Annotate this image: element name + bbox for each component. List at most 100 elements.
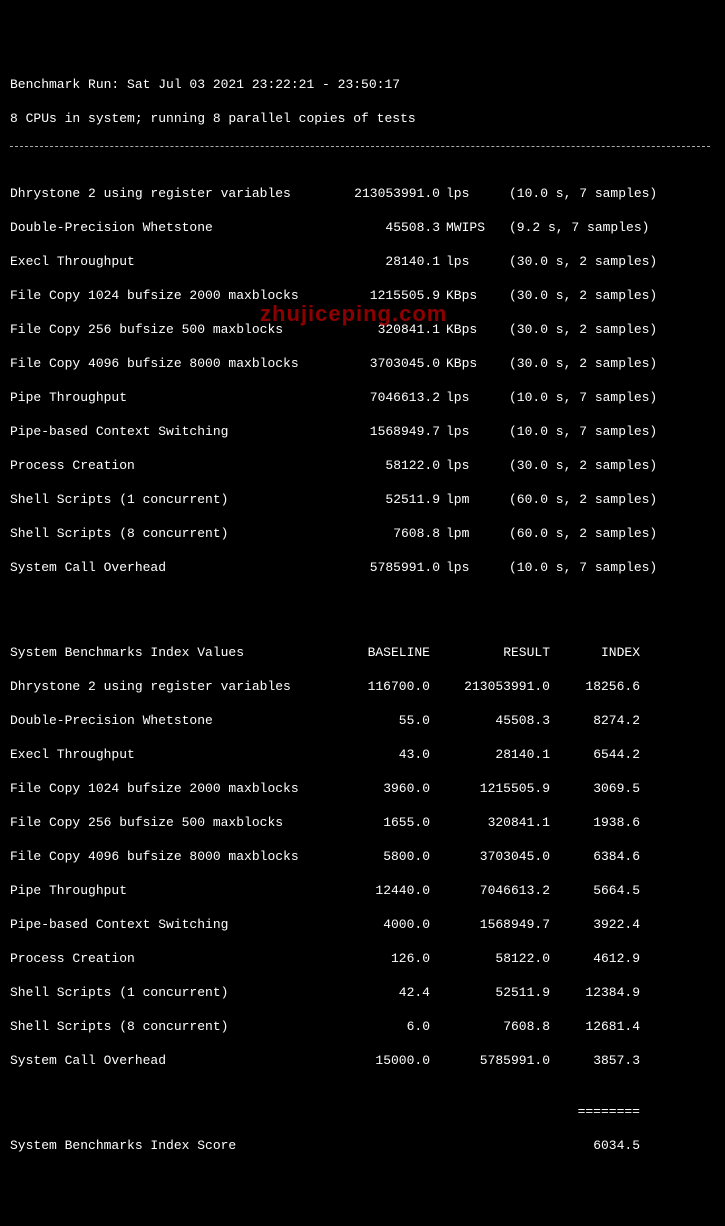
test-value: 213053991.0 (330, 185, 440, 202)
test-note: (30.0 s, 2 samples) (501, 355, 657, 372)
index-name: Process Creation (10, 950, 330, 967)
index-name: Execl Throughput (10, 746, 330, 763)
index-result: 1215505.9 (430, 780, 550, 797)
test-value: 7046613.2 (330, 389, 440, 406)
score-value: 6034.5 (550, 1137, 640, 1154)
index-index: 6384.6 (550, 848, 640, 865)
index-index: 8274.2 (550, 712, 640, 729)
test-row: Process Creation58122.0lps(30.0 s, 2 sam… (10, 457, 715, 474)
index-baseline: 12440.0 (330, 882, 430, 899)
test-unit: KBps (440, 355, 501, 372)
test-unit: MWIPS (440, 219, 501, 236)
test-row: System Call Overhead5785991.0lps(10.0 s,… (10, 559, 715, 576)
index-name: Dhrystone 2 using register variables (10, 678, 330, 695)
index-baseline: 1655.0 (330, 814, 430, 831)
index-baseline: 126.0 (330, 950, 430, 967)
test-unit: lps (440, 185, 501, 202)
test-unit: lps (440, 423, 501, 440)
index-index: 3857.3 (550, 1052, 640, 1069)
index-baseline: 55.0 (330, 712, 430, 729)
index-name: File Copy 4096 bufsize 8000 maxblocks (10, 848, 330, 865)
index-baseline: 4000.0 (330, 916, 430, 933)
test-row: Pipe Throughput7046613.2lps(10.0 s, 7 sa… (10, 389, 715, 406)
test-unit: KBps (440, 321, 501, 338)
index-row: Shell Scripts (1 concurrent)42.452511.91… (10, 984, 715, 1001)
test-name: Pipe-based Context Switching (10, 423, 330, 440)
index-name: File Copy 256 bufsize 500 maxblocks (10, 814, 330, 831)
test-unit: lps (440, 389, 501, 406)
index-row: Double-Precision Whetstone55.045508.3827… (10, 712, 715, 729)
test-name: Execl Throughput (10, 253, 330, 270)
test-row: File Copy 1024 bufsize 2000 maxblocks121… (10, 287, 715, 304)
index-name: File Copy 1024 bufsize 2000 maxblocks (10, 780, 330, 797)
test-value: 7608.8 (330, 525, 440, 542)
test-row: Execl Throughput28140.1lps(30.0 s, 2 sam… (10, 253, 715, 270)
test-note: (30.0 s, 2 samples) (501, 253, 657, 270)
test-row: Pipe-based Context Switching1568949.7lps… (10, 423, 715, 440)
index-row: Pipe Throughput12440.07046613.25664.5 (10, 882, 715, 899)
index-row: Pipe-based Context Switching4000.0156894… (10, 916, 715, 933)
test-name: Shell Scripts (8 concurrent) (10, 525, 330, 542)
index-index: 4612.9 (550, 950, 640, 967)
test-value: 1568949.7 (330, 423, 440, 440)
index-row: Shell Scripts (8 concurrent)6.07608.8126… (10, 1018, 715, 1035)
test-name: System Call Overhead (10, 559, 330, 576)
index-name: Pipe Throughput (10, 882, 330, 899)
score-label: System Benchmarks Index Score (10, 1137, 330, 1154)
index-name: Shell Scripts (1 concurrent) (10, 984, 330, 1001)
index-index: 12681.4 (550, 1018, 640, 1035)
test-note: (10.0 s, 7 samples) (501, 423, 657, 440)
index-name: Double-Precision Whetstone (10, 712, 330, 729)
test-row: File Copy 256 bufsize 500 maxblocks32084… (10, 321, 715, 338)
index-baseline: 42.4 (330, 984, 430, 1001)
test-value: 58122.0 (330, 457, 440, 474)
index-baseline: 3960.0 (330, 780, 430, 797)
test-note: (60.0 s, 2 samples) (501, 525, 657, 542)
test-note: (9.2 s, 7 samples) (501, 219, 649, 236)
index-baseline: 116700.0 (330, 678, 430, 695)
test-name: File Copy 256 bufsize 500 maxblocks (10, 321, 330, 338)
index-result: 28140.1 (430, 746, 550, 763)
index-result: 1568949.7 (430, 916, 550, 933)
test-value: 28140.1 (330, 253, 440, 270)
test-value: 52511.9 (330, 491, 440, 508)
benchmark-run-line: Benchmark Run: Sat Jul 03 2021 23:22:21 … (10, 76, 715, 93)
index-index: 3922.4 (550, 916, 640, 933)
index-index: 12384.9 (550, 984, 640, 1001)
test-value: 3703045.0 (330, 355, 440, 372)
index-name: System Call Overhead (10, 1052, 330, 1069)
test-unit: KBps (440, 287, 501, 304)
index-result: 58122.0 (430, 950, 550, 967)
test-note: (30.0 s, 2 samples) (501, 457, 657, 474)
test-unit: lpm (440, 491, 501, 508)
equals-row: ======== (10, 1103, 715, 1120)
index-baseline: 5800.0 (330, 848, 430, 865)
test-value: 1215505.9 (330, 287, 440, 304)
index-baseline: 15000.0 (330, 1052, 430, 1069)
index-index: 5664.5 (550, 882, 640, 899)
index-header-baseline: BASELINE (330, 644, 430, 661)
index-row: Process Creation126.058122.04612.9 (10, 950, 715, 967)
index-index: 18256.6 (550, 678, 640, 695)
test-note: (10.0 s, 7 samples) (501, 389, 657, 406)
index-result: 213053991.0 (430, 678, 550, 695)
test-name: File Copy 1024 bufsize 2000 maxblocks (10, 287, 330, 304)
test-note: (30.0 s, 2 samples) (501, 287, 657, 304)
test-name: Shell Scripts (1 concurrent) (10, 491, 330, 508)
index-row: System Call Overhead15000.05785991.03857… (10, 1052, 715, 1069)
index-index: 3069.5 (550, 780, 640, 797)
separator (10, 146, 710, 147)
test-row: Dhrystone 2 using register variables2130… (10, 185, 715, 202)
index-index: 6544.2 (550, 746, 640, 763)
score-equals: ======== (550, 1103, 640, 1120)
test-row: Shell Scripts (1 concurrent)52511.9lpm(6… (10, 491, 715, 508)
test-value: 320841.1 (330, 321, 440, 338)
index-row: File Copy 4096 bufsize 8000 maxblocks580… (10, 848, 715, 865)
test-unit: lps (440, 457, 501, 474)
watermark-text: zhujiceping.com (260, 305, 447, 322)
test-value: 5785991.0 (330, 559, 440, 576)
index-result: 45508.3 (430, 712, 550, 729)
test-name: Process Creation (10, 457, 330, 474)
index-name: Shell Scripts (8 concurrent) (10, 1018, 330, 1035)
index-header-title: System Benchmarks Index Values (10, 644, 330, 661)
